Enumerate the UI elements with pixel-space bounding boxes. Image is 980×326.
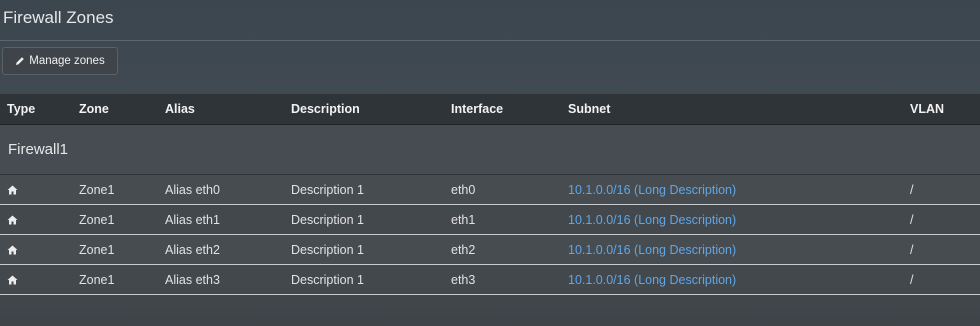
description-cell: Description 1 [291,182,364,197]
table-row[interactable]: Zone1 Alias eth2 Description 1 eth2 10.1… [0,235,980,265]
column-header-alias[interactable]: Alias [165,94,195,124]
vlan-cell: / [910,242,914,257]
description-cell: Description 1 [291,272,364,287]
alias-cell: Alias eth2 [165,242,220,257]
zone-cell: Zone1 [79,212,115,227]
pencil-icon [15,56,25,66]
group-row-firewall1: Firewall1 [0,125,980,175]
description-cell: Description 1 [291,242,364,257]
column-header-description[interactable]: Description [291,94,360,124]
manage-zones-button[interactable]: Manage zones [2,47,118,75]
table-header: Type Zone Alias Description Interface Su… [0,94,980,125]
home-icon [7,175,18,204]
table-row[interactable]: Zone1 Alias eth3 Description 1 eth3 10.1… [0,265,980,295]
column-header-vlan[interactable]: VLAN [910,94,944,124]
interface-cell: eth0 [451,182,476,197]
alias-cell: Alias eth1 [165,212,220,227]
vlan-cell: / [910,182,914,197]
interface-cell: eth1 [451,212,476,227]
home-icon [7,205,18,234]
group-label: Firewall1 [8,141,69,158]
page-title: Firewall Zones [3,8,114,27]
manage-zones-label: Manage zones [29,55,105,67]
column-header-subnet[interactable]: Subnet [568,94,610,124]
alias-cell: Alias eth3 [165,272,220,287]
column-header-zone[interactable]: Zone [79,94,109,124]
interface-cell: eth2 [451,242,476,257]
zone-cell: Zone1 [79,242,115,257]
column-header-type[interactable]: Type [7,94,35,124]
vlan-cell: / [910,272,914,287]
table-row[interactable]: Zone1 Alias eth1 Description 1 eth1 10.1… [0,205,980,235]
zone-cell: Zone1 [79,182,115,197]
subnet-link[interactable]: 10.1.0.0/16 (Long Description) [568,273,736,287]
home-icon [7,235,18,264]
subnet-link[interactable]: 10.1.0.0/16 (Long Description) [568,213,736,227]
subnet-link[interactable]: 10.1.0.0/16 (Long Description) [568,243,736,257]
subnet-link[interactable]: 10.1.0.0/16 (Long Description) [568,183,736,197]
column-header-interface[interactable]: Interface [451,94,503,124]
interface-cell: eth3 [451,272,476,287]
title-divider [0,40,980,41]
description-cell: Description 1 [291,212,364,227]
zone-cell: Zone1 [79,272,115,287]
zones-table: Type Zone Alias Description Interface Su… [0,94,980,295]
table-row[interactable]: Zone1 Alias eth0 Description 1 eth0 10.1… [0,175,980,205]
alias-cell: Alias eth0 [165,182,220,197]
vlan-cell: / [910,212,914,227]
home-icon [7,265,18,294]
